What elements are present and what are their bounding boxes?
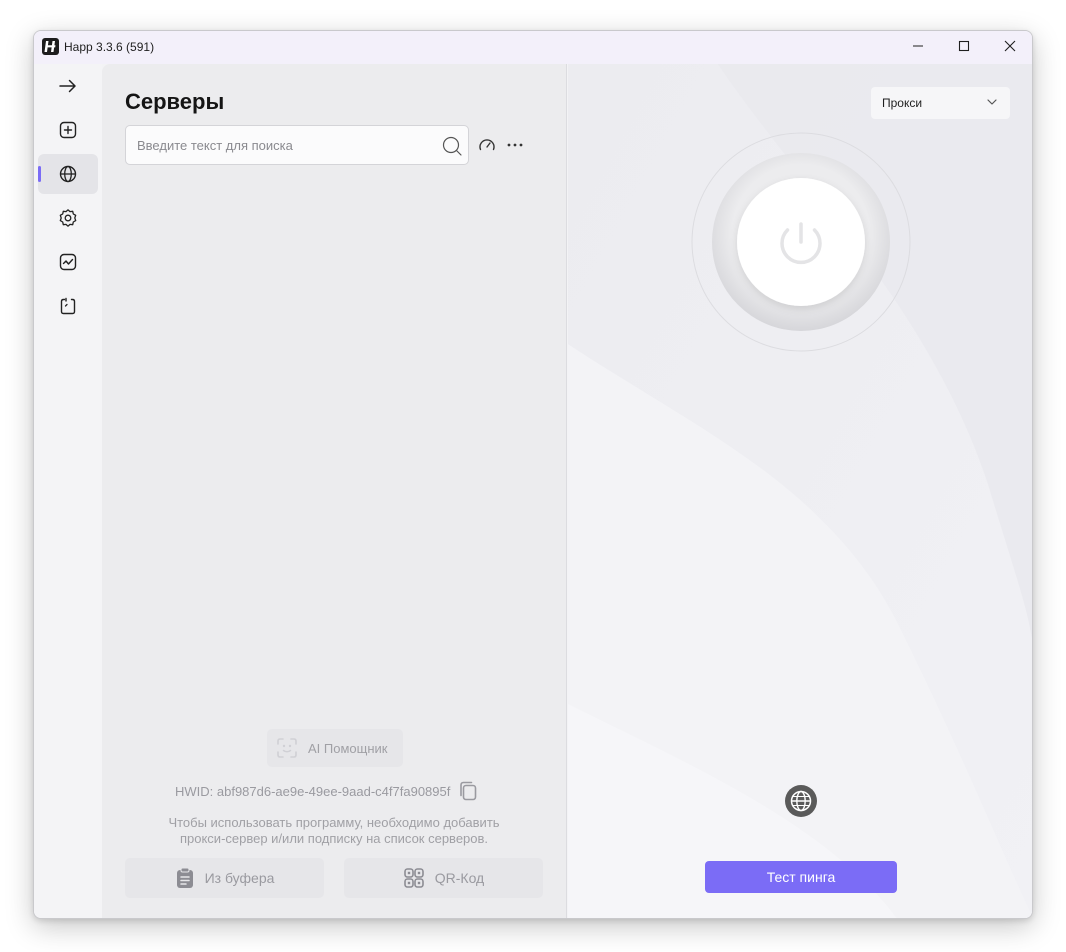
window-title: Happ 3.3.6 (591) <box>64 40 155 54</box>
clipboard-icon <box>60 297 76 315</box>
ai-assistant-icon <box>277 738 297 758</box>
app-logo-icon <box>42 38 59 55</box>
search-box <box>125 125 469 165</box>
ai-assistant-button[interactable]: AI Помощник <box>267 729 403 767</box>
ping-globe-icon <box>784 784 818 818</box>
sidebar-item-statistics[interactable] <box>38 242 98 282</box>
active-indicator <box>38 166 41 182</box>
minimize-icon <box>913 45 923 47</box>
qr-code-icon <box>403 868 424 888</box>
hint-line-2: прокси-сервер и/или подписку на список с… <box>179 831 489 846</box>
copy-icon[interactable] <box>457 780 479 802</box>
close-icon <box>1004 40 1016 52</box>
sidebar-item-add[interactable] <box>38 110 98 150</box>
speed-test-button[interactable] <box>477 135 497 155</box>
chevron-down-icon <box>987 99 997 105</box>
connection-panel: Прокси Тест пинга <box>568 64 1032 918</box>
sidebar-item-collapse[interactable] <box>38 66 98 106</box>
globe-icon <box>59 165 77 183</box>
gear-icon <box>59 209 77 227</box>
more-icon <box>507 143 523 147</box>
power-icon <box>691 132 911 352</box>
app-window: Happ 3.3.6 (591) i <box>33 30 1033 919</box>
more-options-button[interactable] <box>505 135 525 155</box>
servers-panel: Серверы AI Помощник HWID: abf987d6-ae9e-… <box>102 64 567 918</box>
close-button[interactable] <box>987 31 1032 61</box>
title-bar: Happ 3.3.6 (591) <box>34 31 1032 64</box>
speedometer-icon <box>479 139 495 151</box>
sidebar-item-settings[interactable] <box>38 198 98 238</box>
minimize-button[interactable] <box>895 31 941 61</box>
sidebar: i <box>34 64 102 918</box>
empty-state-hint: Чтобы использовать программу, необходимо… <box>134 815 534 847</box>
maximize-icon <box>958 40 970 52</box>
chart-icon <box>59 253 77 271</box>
mode-select-value: Прокси <box>882 96 923 110</box>
sidebar-item-logs[interactable] <box>38 286 98 326</box>
hint-line-1: Чтобы использовать программу, необходимо… <box>168 815 500 830</box>
qr-code-button[interactable]: QR-Код <box>344 858 543 898</box>
mode-select[interactable]: Прокси <box>871 87 1010 119</box>
arrow-right-icon <box>59 79 76 93</box>
connect-toggle[interactable] <box>690 131 912 353</box>
search-input[interactable] <box>137 126 437 164</box>
hwid-text: HWID: abf987d6-ae9e-49ee-9aad-c4f7fa9089… <box>175 783 451 799</box>
qr-code-label: QR-Код <box>434 870 485 886</box>
hwid-row: HWID: abf987d6-ae9e-49ee-9aad-c4f7fa9089… <box>175 780 479 802</box>
clipboard-paste-icon <box>176 867 193 888</box>
ping-test-button[interactable]: Тест пинга <box>705 861 897 893</box>
ai-assistant-label: AI Помощник <box>308 740 388 756</box>
from-clipboard-button[interactable]: Из буфера <box>125 858 324 898</box>
maximize-button[interactable] <box>941 31 987 61</box>
from-clipboard-label: Из буфера <box>204 870 275 886</box>
page-title: Серверы <box>125 89 225 114</box>
search-icon[interactable] <box>441 135 463 157</box>
sidebar-item-servers[interactable] <box>38 154 98 194</box>
add-square-icon <box>59 121 77 139</box>
